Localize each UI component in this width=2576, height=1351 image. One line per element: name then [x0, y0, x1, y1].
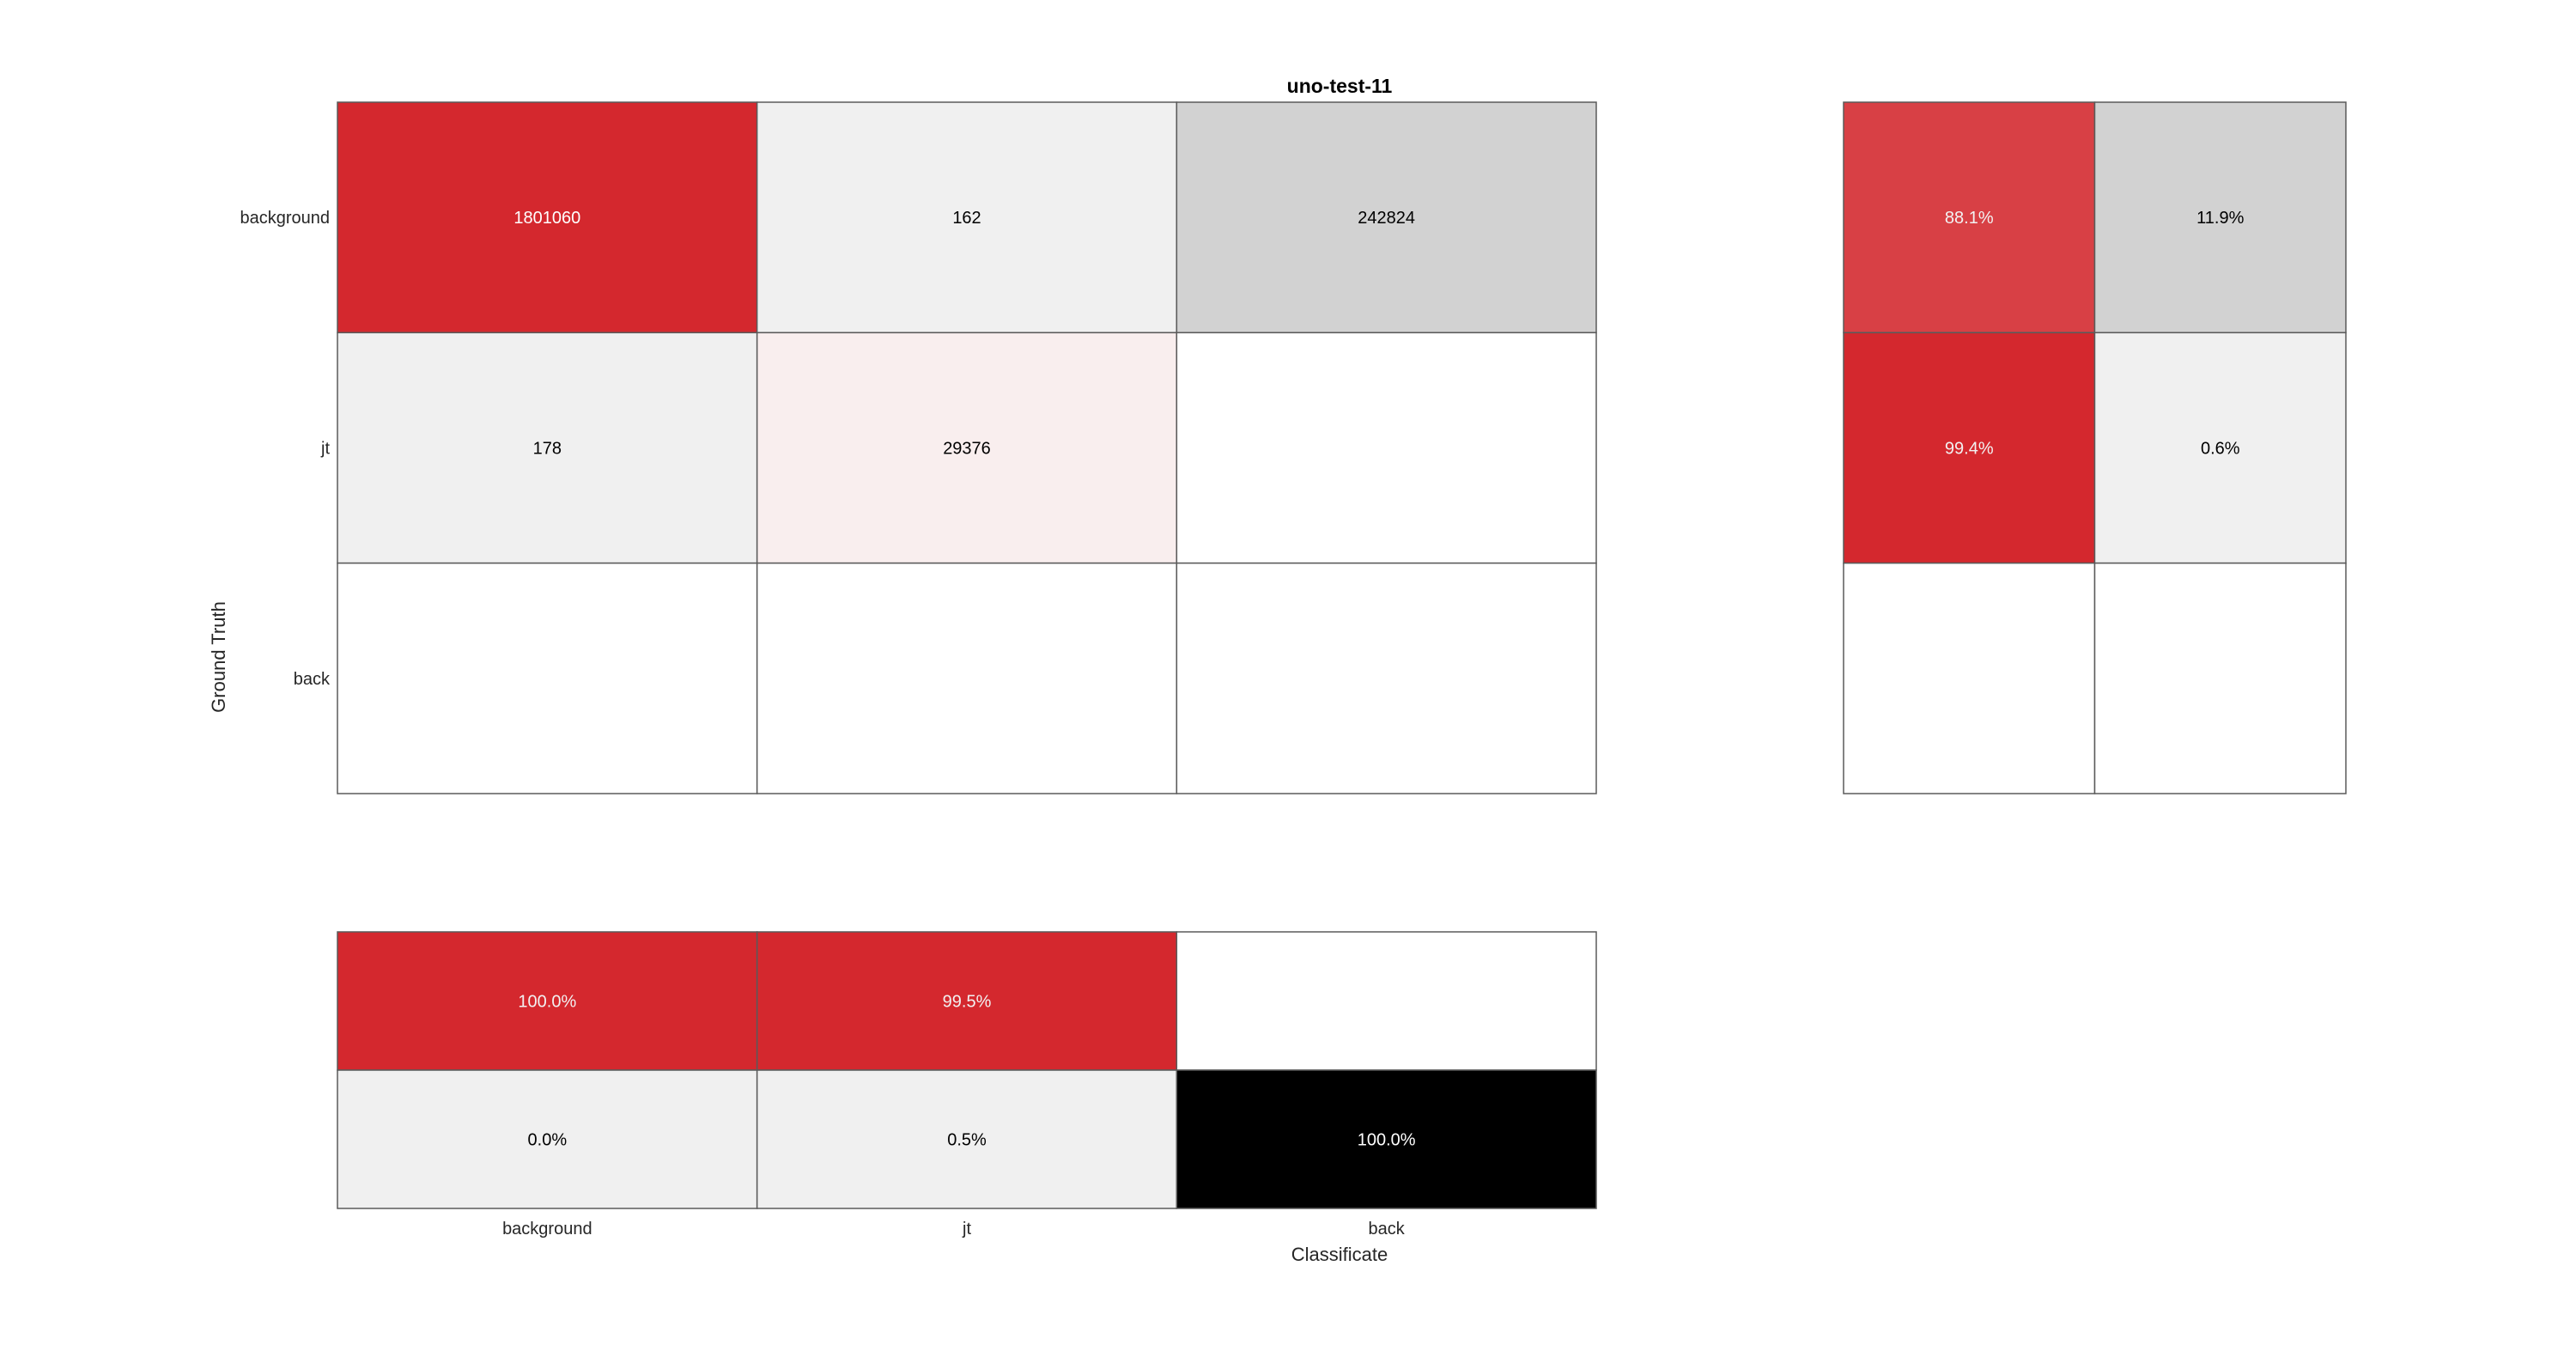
main-cell-r3-c2 — [756, 562, 1178, 794]
x-axis-label: Classificate — [1291, 1244, 1388, 1265]
column-summary-cell-r1-c3 — [1176, 931, 1597, 1071]
main-value-r2-c1: 178 — [533, 439, 562, 458]
row-summary-cell-r3-c2 — [2093, 562, 2347, 794]
main-value-r1-c2: 162 — [952, 209, 981, 228]
main-confusion-matrix: 1801060 162 242824 178 29376 — [337, 101, 1597, 794]
row-tick-label: background — [240, 209, 330, 228]
main-cell-r3-c3 — [1176, 562, 1597, 794]
column-summary-value-r1-c2: 99.5% — [943, 993, 992, 1012]
row-tick-label: jt — [320, 439, 330, 458]
column-summary-value-r1-c1: 100.0% — [518, 993, 576, 1012]
column-tick-label: back — [1369, 1220, 1406, 1238]
row-summary-matrix: 88.1% 11.9% 99.4% 0.6% — [1843, 101, 2347, 794]
row-tick-label: back — [294, 670, 331, 689]
confusion-chart: 1801060 162 242824 178 29376 88.1% 11.9% 99.4%… — [0, 0, 2576, 1351]
chart-title: uno-test-11 — [1287, 75, 1393, 97]
column-summary-value-r2-c1: 0.0% — [528, 1131, 568, 1150]
main-value-r1-c1: 1801060 — [513, 209, 580, 228]
main-cell-r2-c3 — [1176, 332, 1597, 564]
main-value-r1-c3: 242824 — [1358, 209, 1415, 228]
column-summary-value-r2-c3: 100.0% — [1358, 1131, 1416, 1150]
row-summary-value-r1-c2: 11.9% — [2196, 209, 2244, 228]
y-axis-label: Ground Truth — [208, 601, 229, 713]
row-summary-value-r1-c1: 88.1% — [1945, 209, 1994, 228]
column-tick-label: jt — [962, 1220, 971, 1238]
row-summary-cell-r3-c1 — [1843, 562, 2096, 794]
column-tick-label: background — [502, 1220, 592, 1238]
main-cell-r3-c1 — [337, 562, 758, 794]
row-summary-value-r2-c2: 0.6% — [2201, 439, 2240, 458]
column-summary-matrix: 100.0% 99.5% 0.0% 0.5% 100.0% — [337, 931, 1597, 1209]
main-value-r2-c2: 29376 — [943, 439, 991, 458]
row-summary-value-r2-c1: 99.4% — [1945, 439, 1994, 458]
column-summary-value-r2-c2: 0.5% — [947, 1131, 987, 1150]
